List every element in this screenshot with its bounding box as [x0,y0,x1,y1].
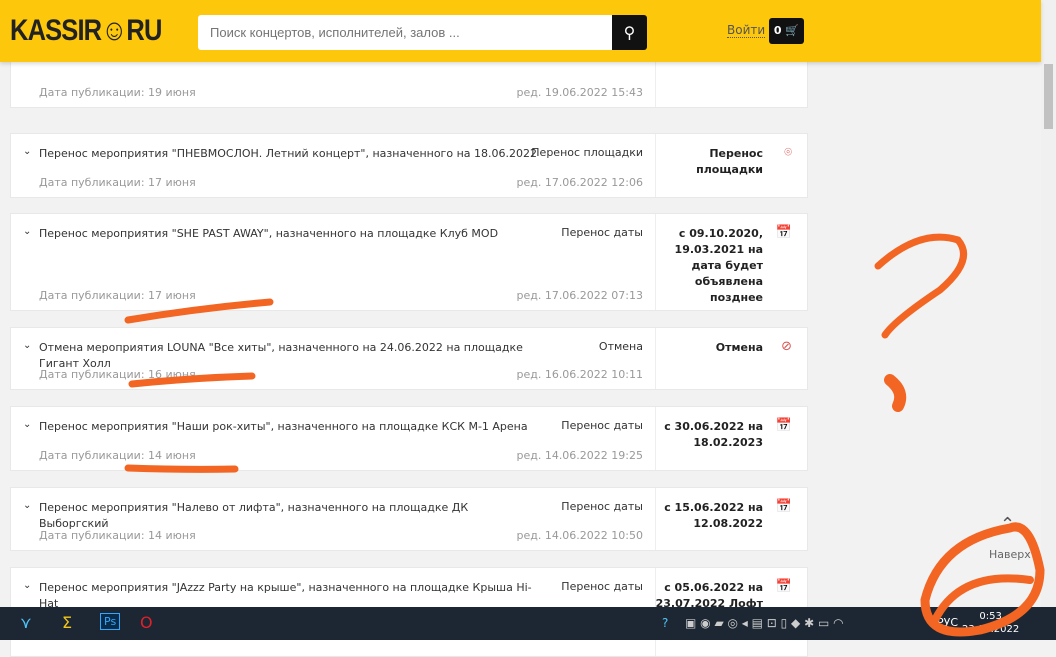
calendar-icon: 📅 [775,499,792,514]
result-text: с 15.06.2022 на 12.08.2022 [664,501,763,530]
publication-date: Дата публикации: 17 июня [39,289,196,302]
chevron-up-icon[interactable]: ⌃ [1000,514,1015,535]
chevron-down-icon[interactable]: ⌄ [23,146,31,157]
scrollbar[interactable] [1041,0,1056,607]
app-icon[interactable]: ⋎ [20,613,32,632]
publication-date: Дата публикации: 19 июня [39,86,196,99]
chevron-down-icon[interactable]: ⌄ [23,226,31,237]
help-icon[interactable]: ? [662,616,668,630]
item-title[interactable]: Перенос мероприятия "ПНЕВМОСЛОН. Летний … [39,146,539,162]
edited-date: ред. 17.06.2022 12:06 [516,176,643,189]
search-button[interactable]: ⚲ [612,15,647,50]
result-text: с 09.10.2020, 19.03.2021 на дата будет о… [674,227,763,304]
kassir-logo[interactable]: KASSIR☺RU [10,14,162,48]
search-icon: ⚲ [623,23,636,42]
item-main: ⌄ Перенос мероприятия "Налево от лифта",… [11,488,656,550]
item-title[interactable]: Перенос мероприятия "Наши рок-хиты", наз… [39,419,539,435]
item-type: Перенос площадки [531,146,643,159]
app-icon[interactable]: Σ [62,613,72,632]
list-item[interactable]: ⌄ Перенос мероприятия "ПНЕВМОСЛОН. Летни… [10,133,808,198]
chevron-down-icon[interactable]: ⌄ [23,419,31,430]
chevron-down-icon[interactable]: ⌄ [23,340,31,351]
item-type: Перенос даты [561,580,643,593]
tray-icons[interactable]: ▣ ◉ ▰ ◎ ◂ ▤ ⊡ ▯ ◆ ✱ ▭ ◠ [685,616,844,630]
edited-date: ред. 16.06.2022 10:11 [516,368,643,381]
calendar-icon: 📅 [775,579,792,594]
item-title[interactable]: Перенос мероприятия "SHE PAST AWAY", наз… [39,226,539,242]
result-text: Отмена [715,341,763,354]
publication-date: Дата публикации: 17 июня [39,176,196,189]
publication-date: Дата публикации: 14 июня [39,449,196,462]
list-item[interactable]: ⌄ Отмена мероприятия LOUNA "Все хиты", н… [10,327,808,390]
edited-date: ред. 14.06.2022 19:25 [516,449,643,462]
site-header: KASSIR☺RU ⚲ Войти 0 🛒 [0,0,1041,62]
taskbar: ⋎ Σ Ps O ? ▣ ◉ ▰ ◎ ◂ ▤ ⊡ ▯ ◆ ✱ ▭ ◠ РУС 0… [0,607,1056,640]
item-main: ⌄ Перенос мероприятия "Наши рок-хиты", н… [11,407,656,470]
item-main: ⌄ Перенос мероприятия "ПНЕВМОСЛОН. Летни… [11,134,656,197]
item-type: Перенос даты [561,226,643,239]
chevron-down-icon[interactable]: ⌄ [23,500,31,511]
item-result: с 09.10.2020, 19.03.2021 на дата будет о… [656,214,808,310]
item-result: Отмена ⊘ [656,328,808,389]
publication-date: Дата публикации: 16 июня [39,368,196,381]
item-type: Отмена [598,340,643,353]
result-text: с 30.06.2022 на 18.02.2023 [664,420,763,449]
item-result: с 30.06.2022 на 18.02.2023 📅 [656,407,808,470]
calendar-icon: 📅 [775,418,792,433]
cart-button[interactable]: 0 🛒 [769,18,804,44]
cart-count: 0 [773,24,782,37]
list-item[interactable]: ⌄ Перенос мероприятия "Наши рок-хиты", н… [10,406,808,471]
edited-date: ред. 14.06.2022 10:50 [516,529,643,542]
photoshop-icon[interactable]: Ps [100,613,121,630]
location-pin-icon: ⌾ [784,145,792,160]
item-result: Перенос площадки ⌾ [656,134,808,197]
login-link[interactable]: Войти [727,23,766,38]
search-input[interactable] [198,15,613,50]
item-main: ⌄ Отмена мероприятия LOUNA "Все хиты", н… [11,328,656,389]
opera-icon[interactable]: O [140,613,153,632]
date: 23.06.2022 [962,624,1020,635]
scrollbar-thumb[interactable] [1044,64,1053,129]
item-title[interactable]: Перенос мероприятия "Налево от лифта", н… [39,500,539,532]
item-type: Перенос даты [561,500,643,513]
item-main: ⌄ Перенос мероприятия "SHE PAST AWAY", н… [11,214,656,310]
cancel-icon: ⊘ [781,339,792,354]
publication-date: Дата публикации: 14 июня [39,529,196,542]
item-result: с 15.06.2022 на 12.08.2022 📅 [656,488,808,550]
list-item[interactable]: ⌄ Перенос мероприятия "Налево от лифта",… [10,487,808,551]
list-item[interactable]: ⌄ Перенос мероприятия "SHE PAST AWAY", н… [10,213,808,311]
back-to-top-link[interactable]: Наверх [989,548,1031,561]
cart-icon: 🛒 [785,24,800,37]
edited-date: ред. 19.06.2022 15:43 [516,86,643,99]
edited-date: ред. 17.06.2022 07:13 [516,289,643,302]
language-indicator[interactable]: РУС [937,616,958,629]
time: 0:53 [979,611,1002,622]
chevron-down-icon[interactable]: ⌄ [23,580,31,591]
item-type: Перенос даты [561,419,643,432]
calendar-icon: 📅 [775,225,792,240]
clock[interactable]: 0:53 23.06.2022 [962,610,1019,636]
result-text: Перенос площадки [696,147,763,176]
